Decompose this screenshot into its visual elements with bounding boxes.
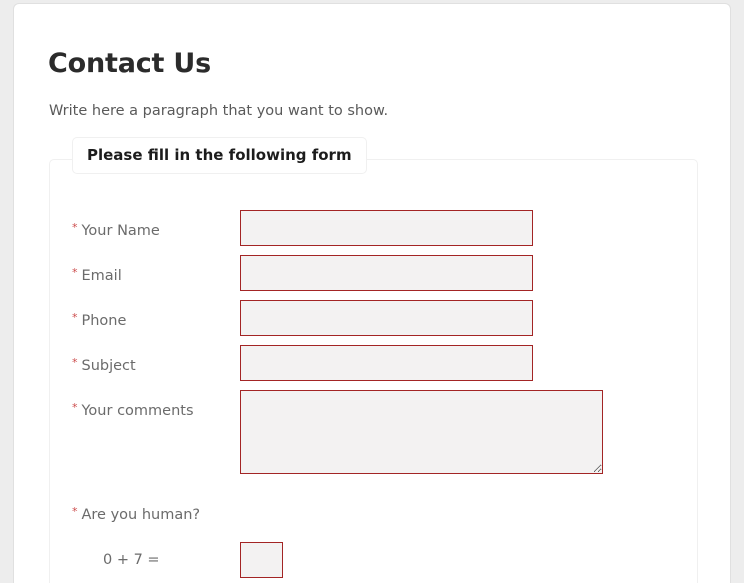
label-subject: * Subject <box>72 345 136 381</box>
intro-paragraph: Write here a paragraph that you want to … <box>49 103 389 119</box>
field-row-your-comments: * Your comments <box>50 390 697 475</box>
required-asterisk-icon: * <box>72 311 78 324</box>
page-content-card: Contact Us Write here a paragraph that y… <box>13 3 731 583</box>
required-asterisk-icon: * <box>72 266 78 279</box>
subject-input[interactable] <box>240 345 533 381</box>
contact-form-fieldset: Please fill in the following form * Your … <box>49 137 698 583</box>
field-row-your-name: * Your Name <box>50 210 697 246</box>
label-your-name: * Your Name <box>72 210 160 246</box>
email-input[interactable] <box>240 255 533 291</box>
label-text-email: Email <box>81 268 122 284</box>
label-text-phone: Phone <box>81 313 127 329</box>
label-your-comments: * Your comments <box>72 390 194 426</box>
label-text-your-comments: Your comments <box>81 403 194 419</box>
your-name-input[interactable] <box>240 210 533 246</box>
form-legend: Please fill in the following form <box>72 137 367 174</box>
field-row-email: * Email <box>50 255 697 291</box>
field-row-captcha-question: * Are you human? <box>50 497 697 533</box>
label-text-are-you-human: Are you human? <box>81 507 201 523</box>
required-asterisk-icon: * <box>72 401 78 414</box>
required-asterisk-icon: * <box>72 356 78 369</box>
label-email: * Email <box>72 255 122 291</box>
label-text-subject: Subject <box>81 358 136 374</box>
required-asterisk-icon: * <box>72 221 78 234</box>
field-row-captcha-answer: 0 + 7 = <box>50 542 697 578</box>
label-text-your-name: Your Name <box>81 223 160 239</box>
field-row-subject: * Subject <box>50 345 697 381</box>
label-are-you-human: * Are you human? <box>72 497 200 527</box>
required-asterisk-icon: * <box>72 505 78 518</box>
captcha-expression: 0 + 7 = <box>103 552 160 568</box>
your-comments-textarea[interactable] <box>240 390 603 474</box>
page-title: Contact Us <box>48 48 212 79</box>
label-phone: * Phone <box>72 300 126 336</box>
captcha-answer-input[interactable] <box>240 542 283 578</box>
phone-input[interactable] <box>240 300 533 336</box>
field-row-phone: * Phone <box>50 300 697 336</box>
